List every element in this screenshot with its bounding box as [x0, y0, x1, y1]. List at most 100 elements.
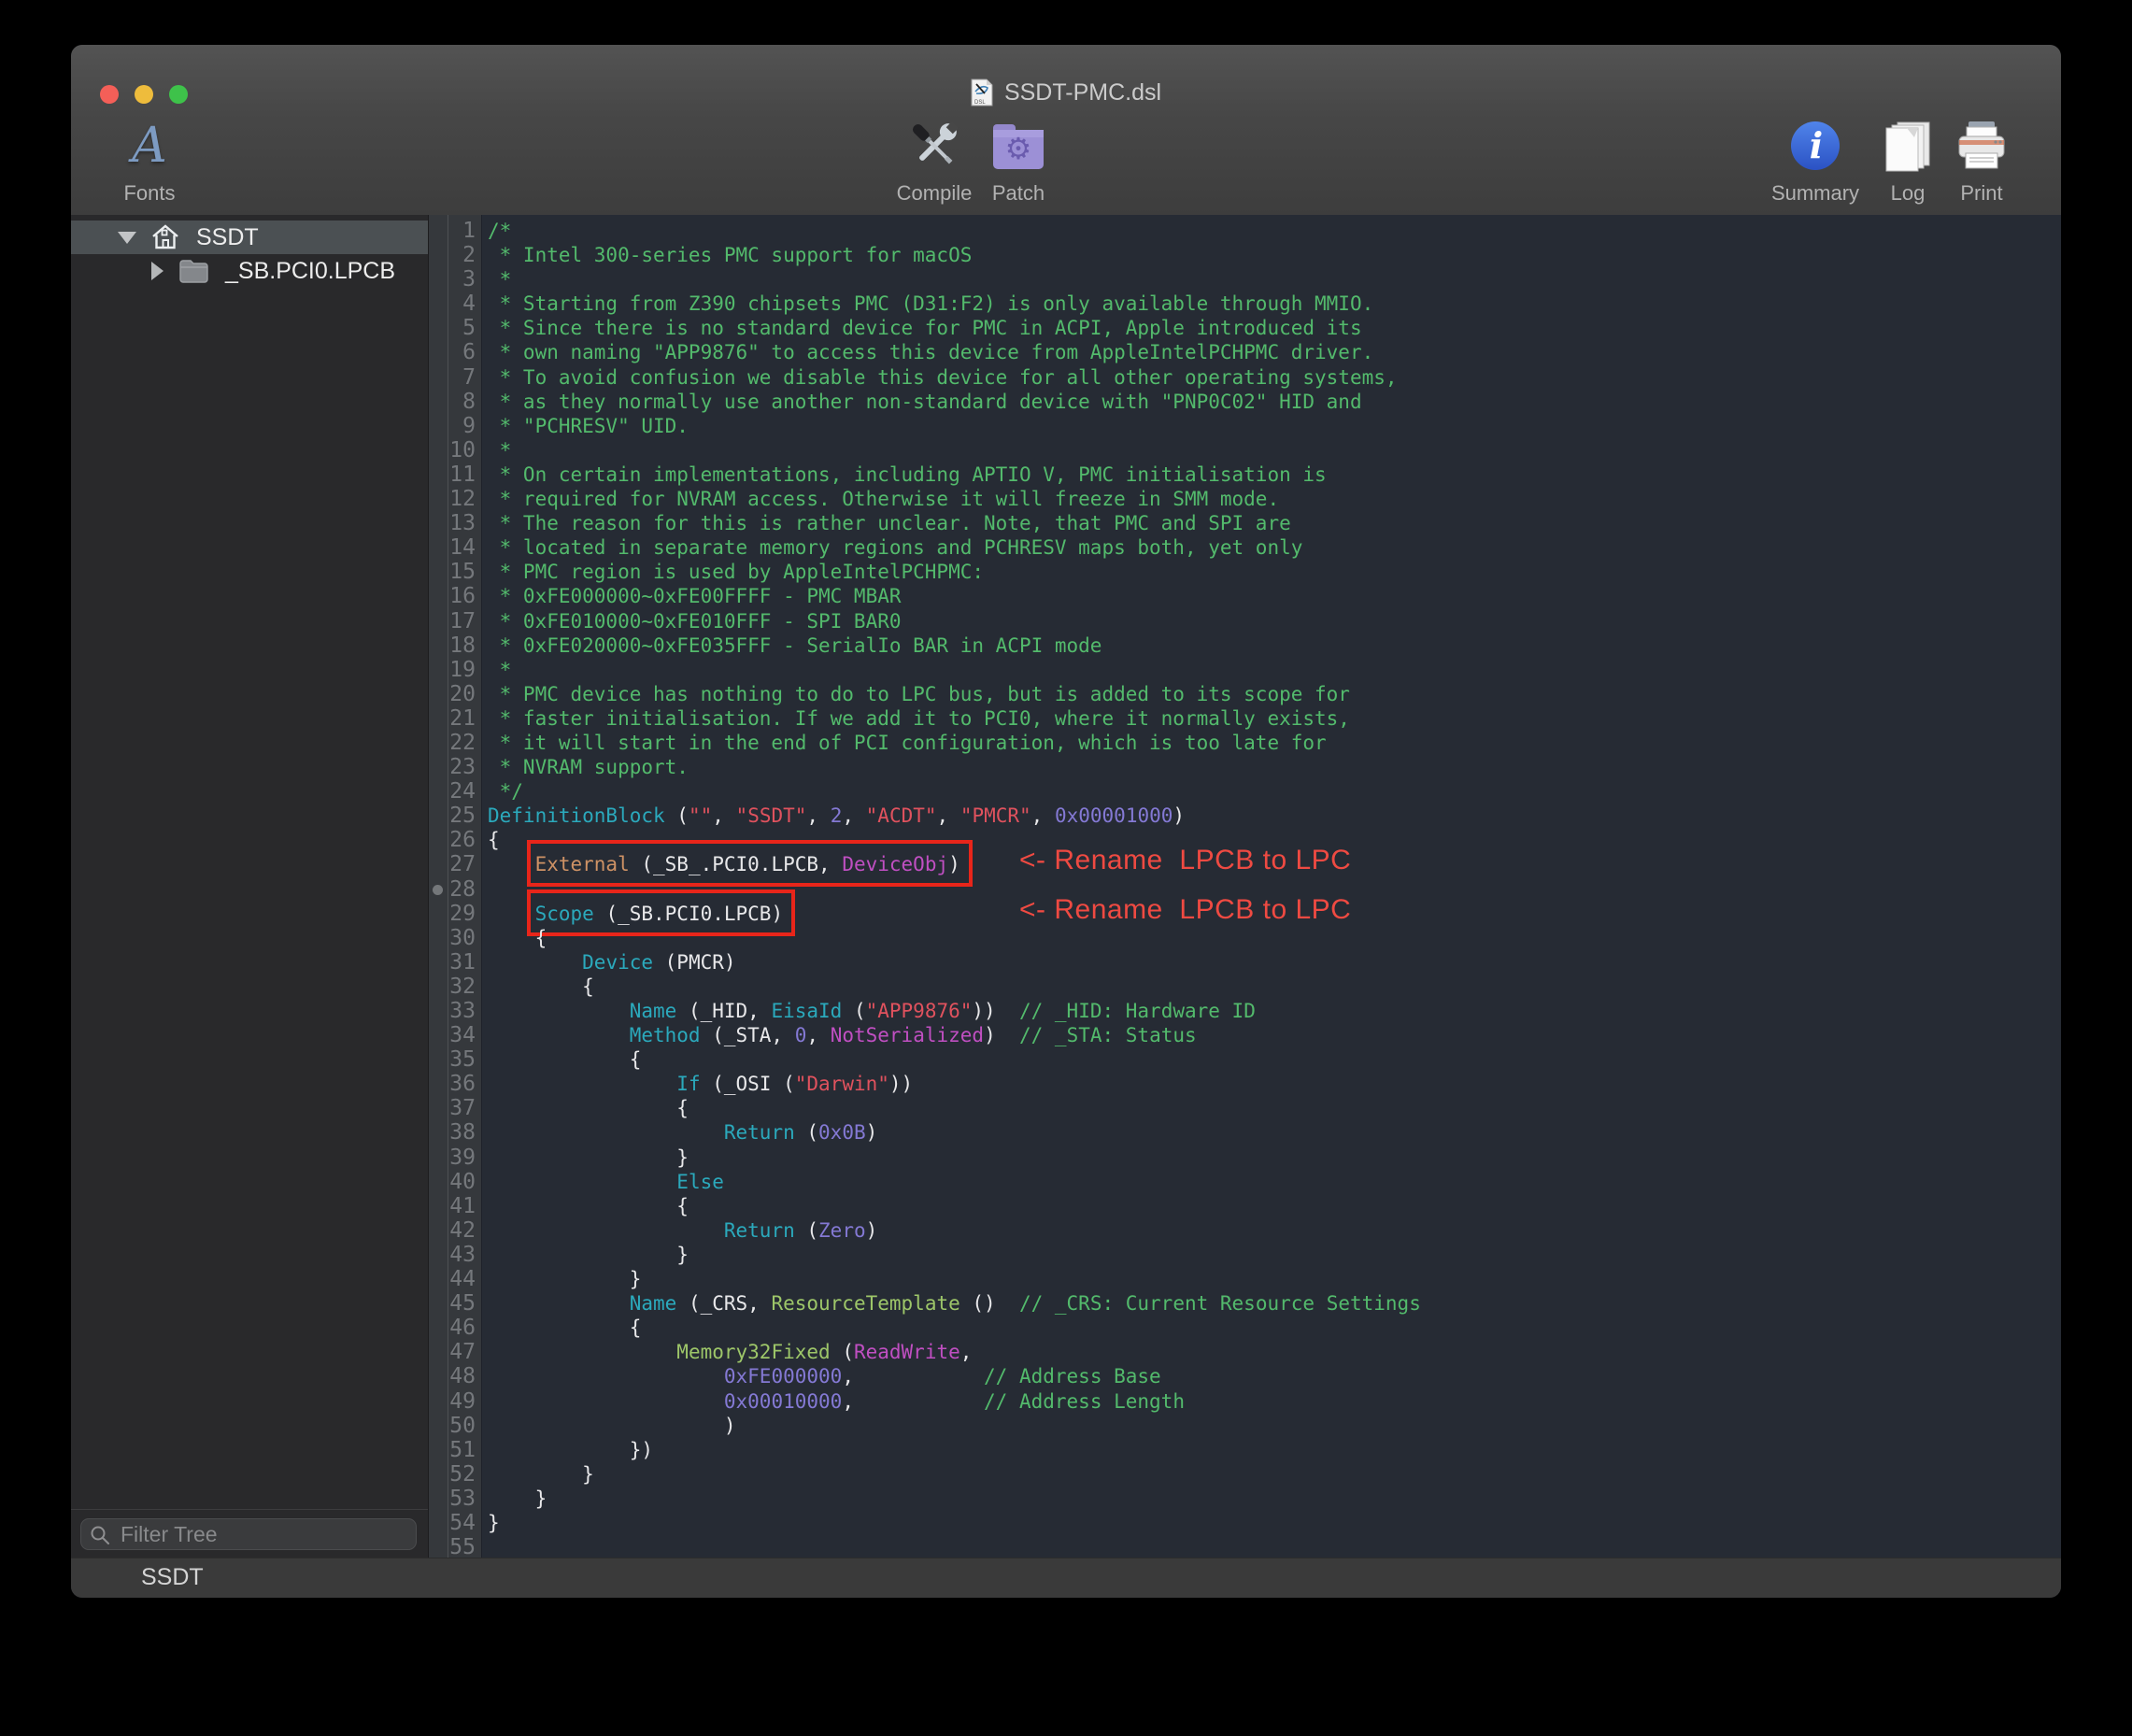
code-line: * own naming "APP9876" to access this de… [488, 340, 2061, 364]
code-token: ) [984, 1024, 1019, 1046]
code-line: Scope (_SB.PCI0.LPCB)<- Rename LPCB to L… [488, 902, 2061, 926]
code-line: * "PCHRESV" UID. [488, 414, 2061, 438]
code-token: { [488, 1048, 641, 1071]
code-token [488, 1024, 630, 1046]
code-token [488, 1219, 724, 1242]
line-number: 53 [448, 1487, 476, 1511]
code-token: * Since there is no standard device for … [488, 317, 1362, 339]
code-line: Return (0x0B) [488, 1120, 2061, 1145]
code-token [488, 1390, 724, 1413]
line-number: 48 [448, 1364, 476, 1388]
code-token: * [488, 439, 511, 462]
code-line: * [488, 267, 2061, 292]
line-number: 2 [448, 243, 476, 267]
code-token: * faster initialisation. If we add it to… [488, 707, 1350, 730]
highlight-box: External (_SB_.PCI0.LPCB, DeviceObj) [535, 853, 960, 875]
code-token: 0xFE000000 [724, 1365, 842, 1387]
code-token: Name [630, 1000, 677, 1022]
code-token: ) [1173, 804, 1185, 827]
code-token: * [488, 268, 511, 291]
code-token: // Address Base [984, 1365, 1161, 1387]
line-number: 42 [448, 1218, 476, 1243]
code-line: } [488, 1462, 2061, 1487]
code-token: * Starting from Z390 chipsets PMC (D31:F… [488, 292, 1373, 315]
code-token: * 0xFE010000~0xFE010FFF - SPI BAR0 [488, 610, 902, 633]
line-number: 35 [448, 1047, 476, 1072]
code-token: // _CRS: Current Resource Settings [1019, 1292, 1421, 1315]
code-token: Method [630, 1024, 701, 1046]
print-button[interactable]: Print [1912, 112, 2052, 206]
code-line: * 0xFE000000~0xFE00FFFF - PMC MBAR [488, 584, 2061, 608]
code-token: ( [795, 1121, 818, 1144]
title-bar: DSL SSDT-PMC.dsl [71, 78, 2061, 107]
code-token: { [488, 1097, 689, 1119]
patch-button[interactable]: ⚙ Patch [948, 112, 1088, 206]
code-editor[interactable]: 1234567891011121314151617181920212223242… [429, 215, 2061, 1558]
code-token: { [488, 975, 594, 998]
code-token: * On certain implementations, including … [488, 463, 1327, 486]
tree-item-ssdt[interactable]: SSDT [71, 221, 428, 254]
disclosure-open-icon[interactable] [118, 232, 136, 244]
code-token: * as they normally use another non-stand… [488, 391, 1362, 413]
home-icon [150, 223, 180, 251]
code-line: Name (_CRS, ResourceTemplate () // _CRS:… [488, 1291, 2061, 1316]
code-line: } [488, 1145, 2061, 1170]
code-token: (PMCR) [653, 951, 736, 974]
line-number: 15 [448, 560, 476, 584]
printer-icon [1954, 118, 2010, 174]
code-line: * as they normally use another non-stand… [488, 390, 2061, 414]
line-number: 13 [448, 511, 476, 535]
sidebar: SSDT _SB.PCI0.LPCB [71, 215, 429, 1558]
tree-item-label: SSDT [196, 224, 259, 251]
code-token: ReadWrite [854, 1341, 960, 1363]
code-line: Else [488, 1170, 2061, 1194]
code-token: External [535, 853, 630, 875]
info-icon: i [1789, 120, 1841, 172]
code-lines: /* * Intel 300-series PMC support for ma… [482, 215, 2061, 1558]
document-icon: DSL [971, 78, 993, 107]
code-token: Memory32Fixed [676, 1341, 830, 1363]
fonts-button[interactable]: A Fonts [79, 112, 220, 206]
code-line: } [488, 1267, 2061, 1291]
highlight-box: Scope (_SB.PCI0.LPCB) [535, 903, 784, 925]
code-line: * On certain implementations, including … [488, 462, 2061, 487]
line-number: 50 [448, 1414, 476, 1438]
code-token: () [960, 1292, 1019, 1315]
fonts-icon: A [132, 121, 167, 170]
code-token: , [842, 1390, 984, 1413]
code-token [488, 1341, 676, 1363]
code-token: If [676, 1073, 700, 1095]
line-number: 52 [448, 1462, 476, 1487]
code-token: 0x00001000 [1055, 804, 1173, 827]
code-token: } [488, 1268, 641, 1290]
code-token: * NVRAM support. [488, 756, 689, 778]
code-token: * "PCHRESV" UID. [488, 415, 689, 437]
code-line: * Intel 300-series PMC support for macOS [488, 243, 2061, 267]
folder-icon [178, 259, 209, 284]
tree-item-sb-pci0-lpcb[interactable]: _SB.PCI0.LPCB [71, 254, 428, 288]
code-token: ( [842, 1000, 865, 1022]
code-token: }) [488, 1439, 653, 1461]
disclosure-closed-icon[interactable] [151, 262, 163, 280]
line-number: 54 [448, 1511, 476, 1535]
code-line: * required for NVRAM access. Otherwise i… [488, 487, 2061, 511]
line-number: 8 [448, 390, 476, 414]
code-token: , [806, 1024, 830, 1046]
code-token: "ACDT" [866, 804, 937, 827]
code-token: , [937, 804, 960, 827]
code-line: } [488, 1243, 2061, 1267]
filter-tree-input[interactable] [80, 1518, 417, 1550]
code-line: ) [488, 1414, 2061, 1438]
line-number: 43 [448, 1243, 476, 1267]
code-token [488, 1292, 630, 1315]
code-token: Return [724, 1121, 795, 1144]
window-title: SSDT-PMC.dsl [1004, 79, 1161, 107]
code-token [488, 1000, 630, 1022]
line-number: 51 [448, 1438, 476, 1462]
code-line [488, 1535, 2061, 1558]
code-line: Method (_STA, 0, NotSerialized) // _STA:… [488, 1023, 2061, 1047]
line-number: 32 [448, 975, 476, 999]
line-number: 44 [448, 1267, 476, 1291]
code-token: } [488, 1463, 594, 1486]
code-line: { [488, 926, 2061, 950]
